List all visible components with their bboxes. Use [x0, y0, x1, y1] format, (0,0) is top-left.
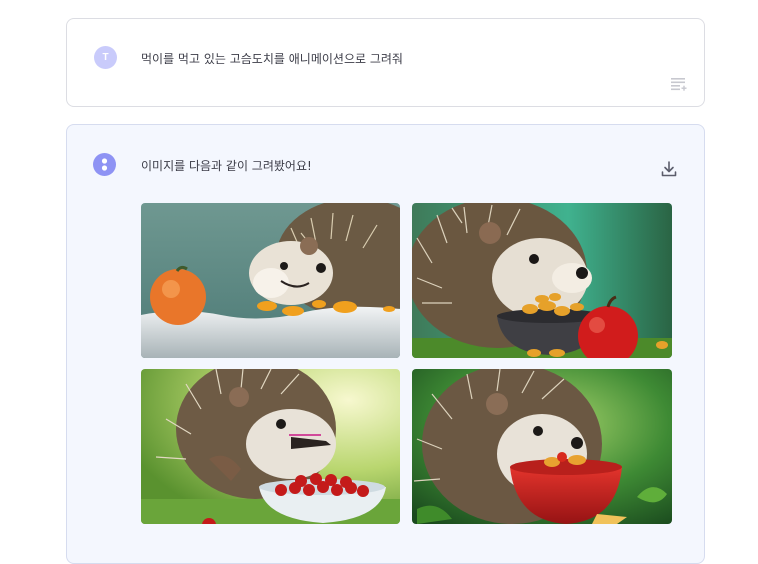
generated-image-grid: [141, 203, 672, 524]
download-icon[interactable]: [660, 160, 678, 178]
generated-image-2[interactable]: [412, 203, 672, 358]
ai-response-card: 이미지를 다음과 같이 그려봤어요!: [66, 124, 705, 564]
user-avatar: T: [94, 46, 117, 69]
generated-image-3[interactable]: [141, 369, 400, 524]
ai-response-text: 이미지를 다음과 같이 그려봤어요!: [141, 159, 312, 173]
user-message-card: T 먹이를 먹고 있는 고슴도치를 애니메이션으로 그려줘: [66, 18, 705, 107]
generated-image-4[interactable]: [412, 369, 672, 524]
list-add-icon[interactable]: [670, 76, 688, 92]
generated-image-1[interactable]: [141, 203, 400, 358]
user-message-text: 먹이를 먹고 있는 고슴도치를 애니메이션으로 그려줘: [141, 52, 403, 66]
bot-icon: [93, 153, 116, 176]
